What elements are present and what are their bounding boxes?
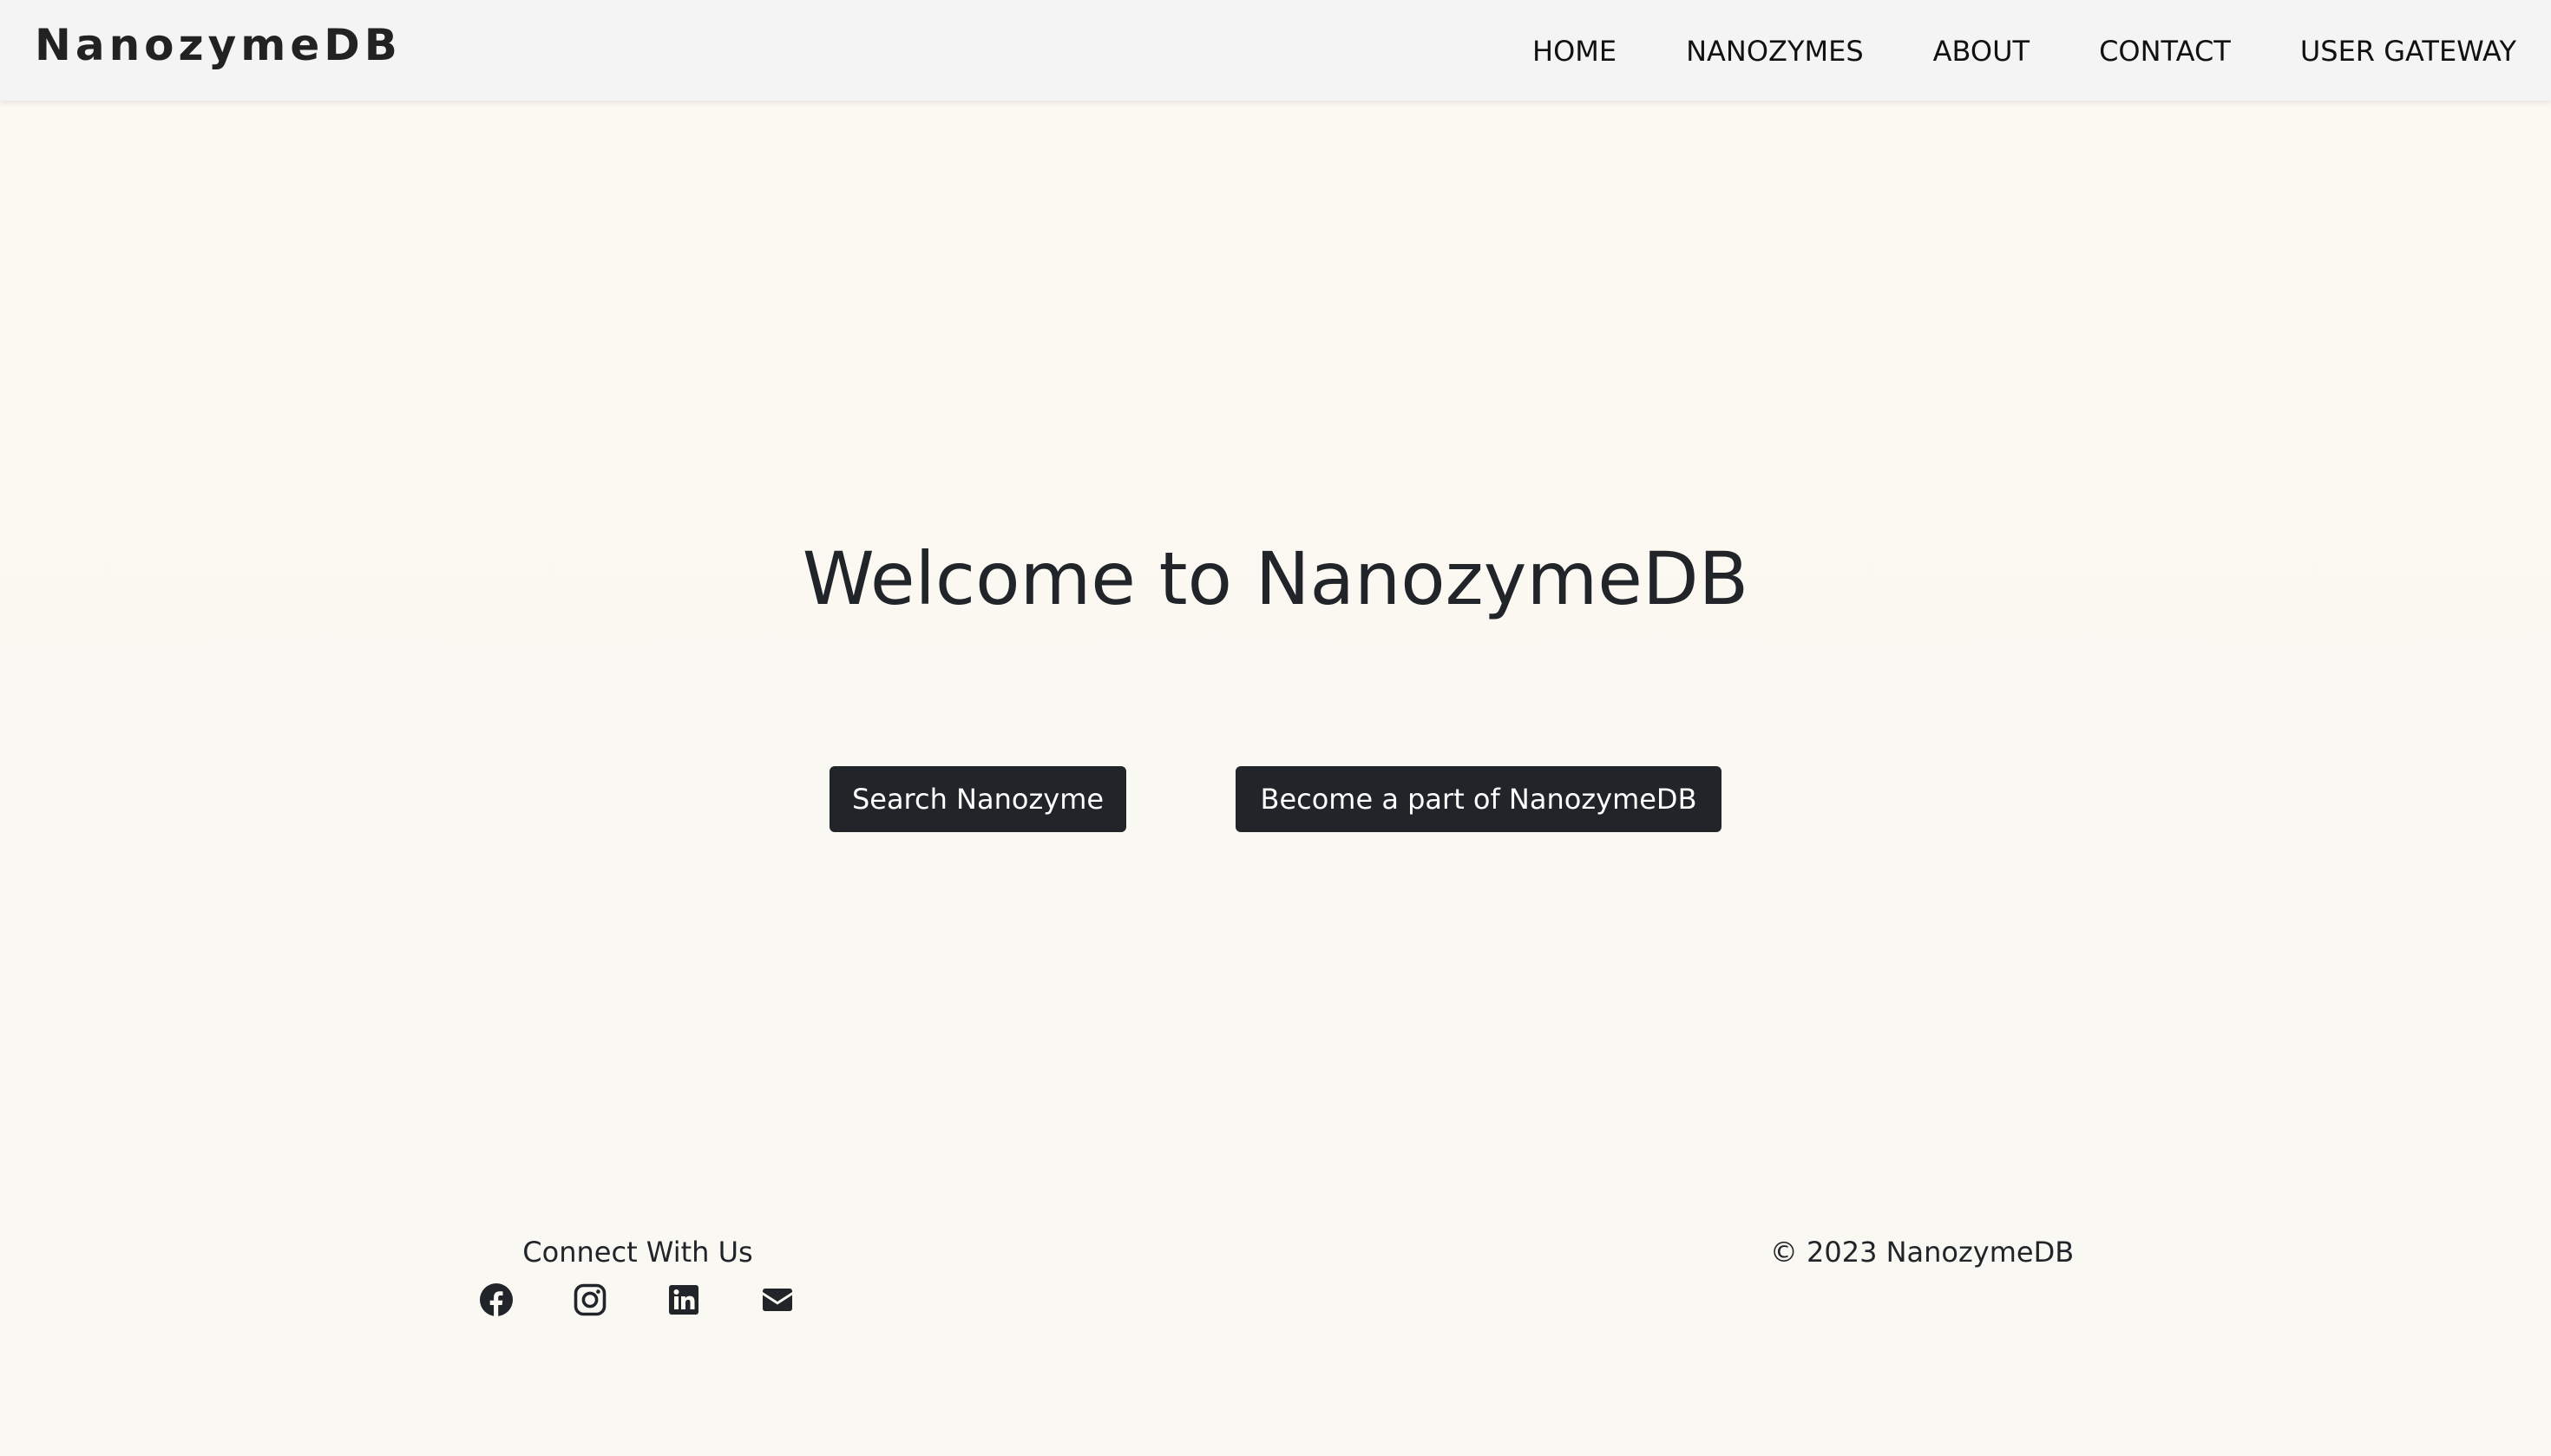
facebook-icon[interactable] bbox=[479, 1282, 514, 1317]
nav-nanozymes-link[interactable]: NANOZYMES bbox=[1686, 30, 1864, 73]
nav-about-link[interactable]: ABOUT bbox=[1933, 30, 2030, 73]
nav-home-link[interactable]: HOME bbox=[1532, 30, 1617, 73]
top-navbar: NanozymeDB HOME NANOZYMES ABOUT CONTACT … bbox=[0, 0, 2551, 101]
connect-with-us-label: Connect With Us bbox=[522, 1236, 753, 1269]
instagram-icon[interactable] bbox=[573, 1282, 607, 1317]
envelope-icon[interactable] bbox=[760, 1282, 795, 1317]
nav-user-gateway-link[interactable]: USER GATEWAY bbox=[2300, 30, 2516, 73]
nav-contact-link[interactable]: CONTACT bbox=[2099, 30, 2231, 73]
main-nav: HOME NANOZYMES ABOUT CONTACT USER GATEWA… bbox=[1532, 30, 2516, 73]
join-nanozymedb-button[interactable]: Become a part of NanozymeDB bbox=[1236, 766, 1721, 832]
copyright-text: © 2023 NanozymeDB bbox=[1769, 1236, 2075, 1269]
hero-title: Welcome to NanozymeDB bbox=[802, 536, 1749, 621]
social-links bbox=[479, 1282, 795, 1317]
brand-logo[interactable]: NanozymeDB bbox=[35, 16, 402, 75]
search-nanozyme-button[interactable]: Search Nanozyme bbox=[830, 766, 1126, 832]
linkedin-icon[interactable] bbox=[666, 1282, 701, 1317]
